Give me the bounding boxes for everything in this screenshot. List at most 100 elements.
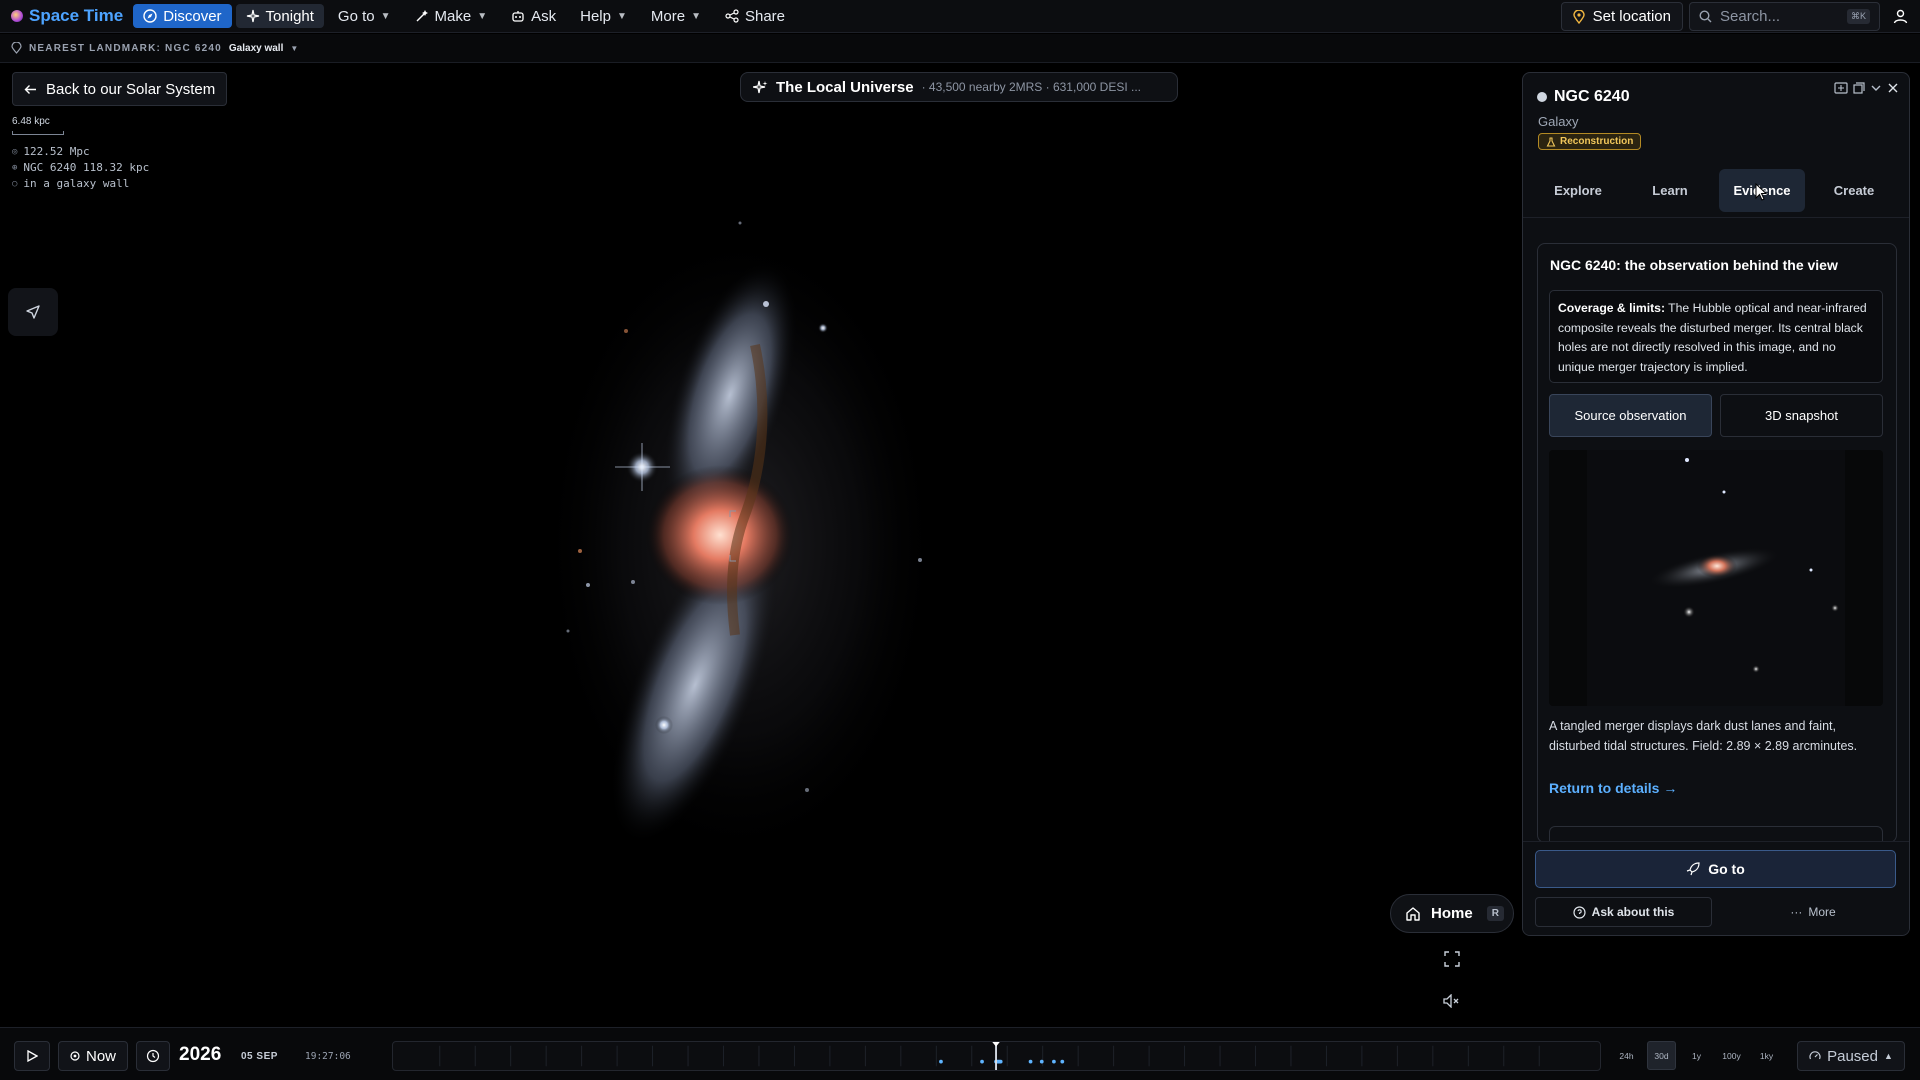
range-30d[interactable]: 30d (1647, 1041, 1676, 1070)
home-icon (1406, 907, 1420, 921)
nav-ask[interactable]: Ask (501, 4, 566, 28)
timeline-bar: Now 2026 05 SEP 19:27:06 24h 30d 1y 100y… (0, 1027, 1920, 1080)
time-range-selector: 24h 30d 1y 100y 1ky (1612, 1041, 1781, 1070)
timeline-event-dot[interactable] (1028, 1059, 1033, 1064)
foreground-star (818, 323, 828, 333)
home-button[interactable]: Home R (1390, 894, 1514, 933)
mouse-cursor-icon (1755, 183, 1768, 201)
share-icon (725, 9, 739, 23)
object-detail-panel: NGC 6240 Galaxy Reconstruction Explore L… (1522, 72, 1910, 936)
pointer-tool-button[interactable] (8, 288, 58, 336)
galaxy-viewport[interactable] (520, 215, 960, 870)
coverage-label: Coverage & limits: (1558, 301, 1666, 315)
landmark-value[interactable]: Galaxy wall (229, 43, 283, 54)
observation-image[interactable] (1549, 450, 1883, 706)
speaker-muted-icon (1443, 994, 1459, 1008)
chevron-down-icon[interactable] (1870, 82, 1882, 94)
flask-icon (1546, 136, 1556, 147)
nav-goto[interactable]: Go to ▼ (328, 4, 401, 28)
copy-icon[interactable] (1853, 82, 1865, 94)
nav-make-label: Make (434, 7, 472, 25)
thumb-star (1752, 665, 1760, 673)
foreground-star (805, 788, 809, 792)
evidence-card: NGC 6240: the observation behind the vie… (1537, 243, 1897, 843)
sparkles-icon (753, 80, 768, 93)
3d-snapshot-button[interactable]: 3D snapshot (1720, 394, 1883, 437)
landmark-prefix: NEAREST LANDMARK: NGC 6240 (29, 42, 222, 54)
thumb-star (1831, 604, 1839, 612)
pin-panel-icon[interactable] (1834, 82, 1848, 94)
go-to-label: Go to (1708, 861, 1745, 877)
distance-text: 122.52 Mpc (23, 145, 90, 158)
chevron-down-icon: ▼ (477, 10, 488, 22)
playback-status-button[interactable]: Paused ▲ (1797, 1041, 1905, 1071)
foreground-star (655, 716, 673, 734)
mute-button[interactable] (1441, 990, 1463, 1012)
range-1y[interactable]: 1y (1682, 1041, 1711, 1070)
tab-learn[interactable]: Learn (1627, 169, 1713, 212)
home-shortcut: R (1486, 906, 1504, 921)
universe-context-pill[interactable]: The Local Universe · 43,500 nearby 2MRS … (740, 72, 1178, 102)
set-location-button[interactable]: Set location (1560, 2, 1683, 31)
history-button[interactable] (136, 1041, 170, 1071)
range-1ky[interactable]: 1ky (1752, 1041, 1781, 1070)
gauge-icon (1809, 1051, 1821, 1060)
nav-more[interactable]: More ▼ (641, 4, 711, 28)
wand-icon (416, 10, 428, 22)
rocket-icon (1687, 862, 1700, 876)
search-icon (1699, 10, 1712, 23)
go-to-button[interactable]: Go to (1535, 850, 1896, 888)
app-logo[interactable]: Space Time (11, 6, 123, 26)
current-year[interactable]: 2026 (179, 1044, 221, 1066)
tab-create[interactable]: Create (1811, 169, 1897, 212)
chevron-up-icon: ▲ (1883, 1051, 1893, 1061)
timeline-event-dot[interactable] (1052, 1059, 1056, 1064)
nav-more-label: More (650, 7, 686, 25)
account-button[interactable] (1880, 0, 1920, 33)
timeline-event-dot[interactable] (980, 1059, 984, 1064)
current-time[interactable]: 19:27:06 (305, 1051, 351, 1062)
distance-readout: ◎ 122.52 Mpc (12, 145, 90, 158)
close-icon[interactable] (1887, 82, 1899, 94)
tab-explore[interactable]: Explore (1535, 169, 1621, 212)
timeline-event-dot[interactable] (939, 1059, 943, 1064)
timeline-track[interactable] (392, 1041, 1601, 1071)
nav-share-label: Share (744, 7, 786, 25)
tabs-divider (1523, 217, 1909, 218)
object-type: Galaxy (1538, 114, 1579, 129)
nav-share[interactable]: Share (715, 4, 795, 28)
nav-help-label: Help (580, 7, 611, 25)
ask-about-this-button[interactable]: Ask about this (1535, 897, 1712, 927)
nav-tonight[interactable]: Tonight (235, 4, 324, 28)
fullscreen-button[interactable] (1441, 948, 1463, 970)
nav-help[interactable]: Help ▼ (570, 4, 637, 28)
range-24h[interactable]: 24h (1612, 1041, 1641, 1070)
timeline-event-dot[interactable] (1039, 1059, 1044, 1064)
sparkle-icon (246, 9, 259, 23)
return-to-details-link[interactable]: Return to details → (1549, 780, 1677, 796)
more-actions-button[interactable]: ··· More (1753, 897, 1873, 927)
chevron-down-icon[interactable]: ▼ (290, 44, 298, 53)
location-pin-icon (1572, 9, 1585, 24)
now-button[interactable]: Now (58, 1041, 128, 1071)
nav-discover[interactable]: Discover (133, 4, 232, 28)
pointer-icon (26, 305, 40, 319)
reconstruction-badge: Reconstruction (1538, 133, 1642, 150)
back-to-solar-system-button[interactable]: Back to our Solar System (12, 72, 228, 106)
current-date[interactable]: 05 SEP (241, 1051, 278, 1062)
crosshair-icon: ⊕ (12, 162, 18, 173)
play-button[interactable] (14, 1041, 50, 1071)
search-input[interactable]: Search... ⌘K (1689, 2, 1880, 31)
chevron-down-icon: ▼ (691, 10, 701, 22)
range-100y[interactable]: 100y (1717, 1041, 1746, 1070)
home-label: Home (1431, 905, 1473, 922)
evidence-card-title: NGC 6240: the observation behind the vie… (1550, 257, 1838, 273)
nav-make[interactable]: Make ▼ (405, 4, 498, 28)
chevron-down-icon: ▼ (616, 10, 627, 22)
thumb-star (1683, 606, 1695, 618)
timeline-event-dot[interactable] (1060, 1059, 1065, 1064)
thumb-star (1685, 458, 1689, 462)
universe-title: The Local Universe (776, 78, 914, 96)
source-observation-button[interactable]: Source observation (1549, 394, 1712, 437)
top-right-controls: Set location Search... ⌘K (1560, 0, 1920, 33)
